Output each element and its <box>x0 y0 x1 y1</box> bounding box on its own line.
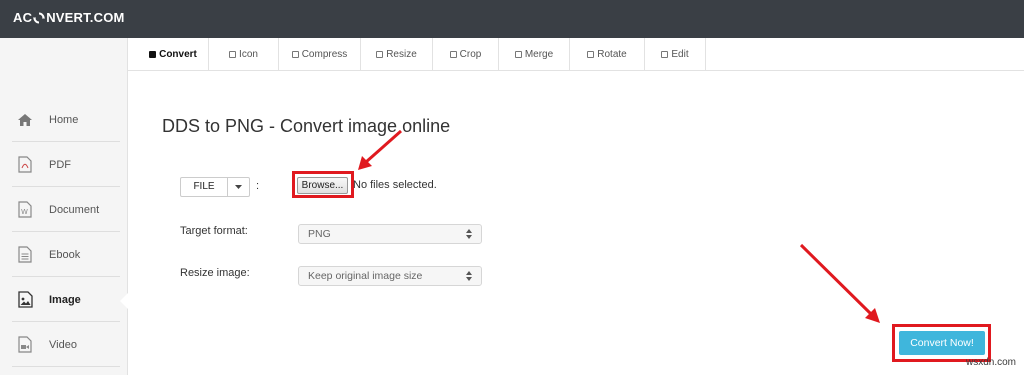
home-icon <box>12 110 38 130</box>
tab-merge[interactable]: Merge <box>499 38 570 71</box>
select-arrows-icon <box>466 229 472 239</box>
colon-separator: : <box>256 180 260 192</box>
sidebar-item-ebook[interactable]: Ebook <box>12 233 120 277</box>
sidebar-item-document[interactable]: W Document <box>12 188 120 232</box>
select-arrows-icon <box>466 271 472 281</box>
checkbox-icon <box>149 51 157 58</box>
tab-label: Edit <box>671 49 689 60</box>
tab-compress[interactable]: Compress <box>279 38 361 71</box>
checkbox-icon <box>514 51 522 58</box>
watermark: wsxdn.com <box>966 357 1017 368</box>
file-button-label: FILE <box>193 181 215 192</box>
tab-label: Rotate <box>597 49 627 60</box>
sidebar-item-label: Ebook <box>49 248 81 261</box>
arrow-to-convert-icon <box>799 243 880 323</box>
tab-convert[interactable]: Convert <box>138 38 209 71</box>
tab-label: Merge <box>524 49 554 60</box>
sidebar-item-video[interactable]: Video <box>12 323 120 367</box>
checkbox-icon <box>587 51 595 58</box>
page-title: DDS to PNG - Convert image online <box>162 116 451 136</box>
top-navbar: AC NVERT.COM <box>0 0 1024 38</box>
sidebar-item-home[interactable]: Home <box>12 98 120 142</box>
tab-label: Compress <box>301 49 348 60</box>
resize-image-select[interactable]: Keep original image size <box>298 266 482 286</box>
sidebar: Home PDF W Document Ebook Image Video <box>0 38 128 375</box>
tab-edit[interactable]: Edit <box>645 38 706 71</box>
sidebar-item-label: PDF <box>49 158 71 171</box>
file-source-dropdown[interactable]: FILE <box>180 177 250 197</box>
target-format-value: PNG <box>308 228 331 240</box>
tab-resize[interactable]: Resize <box>361 38 433 71</box>
sidebar-item-label: Video <box>49 338 77 351</box>
svg-text:W: W <box>21 208 28 216</box>
sidebar-item-image[interactable]: Image <box>12 278 120 322</box>
no-file-status: No files selected. <box>353 179 437 191</box>
active-item-pointer <box>120 292 129 310</box>
image-icon <box>12 290 38 310</box>
checkbox-icon <box>449 51 457 58</box>
video-icon <box>12 335 38 355</box>
tab-label: Resize <box>386 49 417 60</box>
sidebar-item-pdf[interactable]: PDF <box>12 143 120 187</box>
logo-suffix: NVERT.COM <box>46 10 125 25</box>
tab-label: Convert <box>159 49 197 60</box>
checkbox-icon <box>229 51 237 58</box>
tab-crop[interactable]: Crop <box>433 38 499 71</box>
sidebar-item-label: Document <box>49 203 100 216</box>
checkbox-icon <box>661 51 669 58</box>
tab-rotate[interactable]: Rotate <box>570 38 645 71</box>
sidebar-item-label: Home <box>49 113 79 126</box>
checkbox-icon <box>376 51 384 58</box>
site-logo[interactable]: AC NVERT.COM <box>13 10 125 25</box>
checkbox-icon <box>291 51 299 58</box>
pdf-icon <box>12 155 38 175</box>
browse-highlight-box <box>292 171 354 198</box>
chevron-down-icon[interactable] <box>227 178 249 196</box>
target-format-select[interactable]: PNG <box>298 224 482 244</box>
logo-refresh-icon <box>33 12 46 23</box>
logo-prefix: AC <box>13 10 33 25</box>
resize-image-label: Resize image: <box>180 267 250 279</box>
tool-tabs: Convert Icon Compress Resize Crop Merge … <box>128 38 1024 71</box>
tab-label: Crop <box>459 49 482 60</box>
sidebar-item-label: Image <box>49 293 81 306</box>
ebook-icon <box>12 245 38 265</box>
target-format-label: Target format: <box>180 225 248 237</box>
resize-image-value: Keep original image size <box>308 270 423 282</box>
tab-icon[interactable]: Icon <box>209 38 279 71</box>
document-icon: W <box>12 200 38 220</box>
tab-label: Icon <box>239 49 258 60</box>
